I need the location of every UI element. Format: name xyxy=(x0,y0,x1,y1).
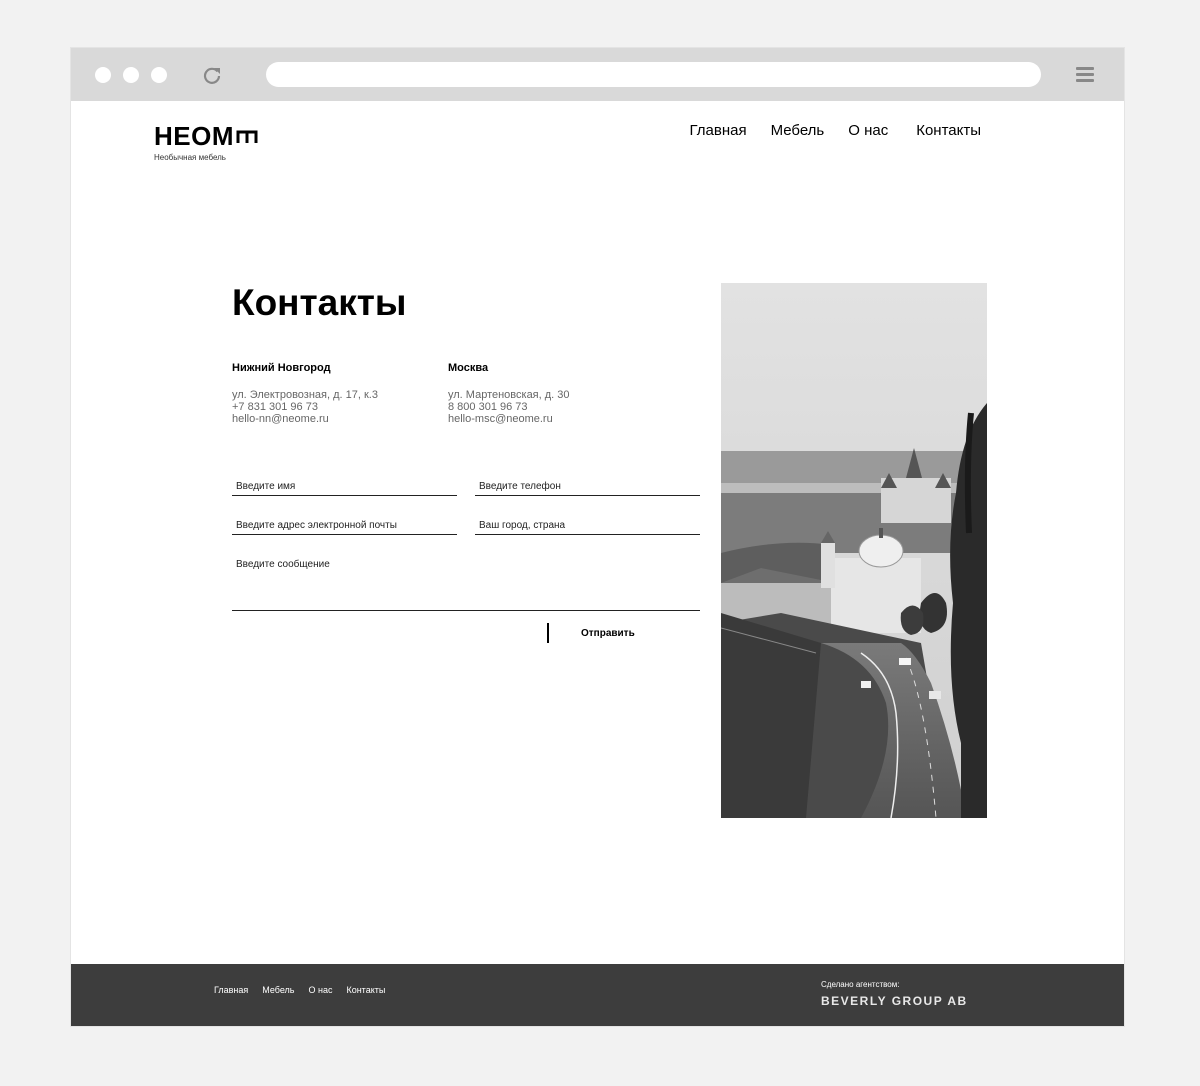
submit-divider xyxy=(547,623,549,643)
nav-furniture[interactable]: Мебель xyxy=(771,122,825,139)
site-logo[interactable]: HEOM Необычная мебель xyxy=(154,121,264,166)
reload-icon[interactable] xyxy=(201,64,223,86)
footer-nav-contacts[interactable]: Контакты xyxy=(346,985,385,995)
nav-about[interactable]: О нас xyxy=(848,122,888,139)
city-name: Нижний Новгород xyxy=(232,362,331,374)
page-title: Контакты xyxy=(232,282,407,323)
agency-credit[interactable]: Сделано агентством: BEVERLY GROUP AB xyxy=(821,980,968,1008)
browser-window: HEOM Необычная мебель Главная Мебель О н… xyxy=(71,48,1124,1026)
name-input[interactable] xyxy=(232,479,457,493)
window-maximize-dot[interactable] xyxy=(151,67,167,83)
credit-name: BEVERLY GROUP AB xyxy=(821,994,968,1008)
nav-home[interactable]: Главная xyxy=(689,122,746,139)
phone-field-wrap xyxy=(475,475,700,496)
email-input[interactable] xyxy=(232,518,457,532)
city-email[interactable]: hello-nn@neome.ru xyxy=(232,413,442,425)
message-input[interactable] xyxy=(232,559,700,599)
nav-contacts[interactable]: Контакты xyxy=(916,122,981,139)
site-footer: Главная Мебель О нас Контакты Сделано аг… xyxy=(71,964,1124,1026)
credit-label: Сделано агентством: xyxy=(821,980,900,989)
email-field-wrap xyxy=(232,514,457,535)
browser-toolbar xyxy=(71,48,1124,101)
city-address: ул. Мартеновская, д. 30 xyxy=(448,389,570,401)
city-block-nn: Нижний Новгород ул. Электровозная, д. 17… xyxy=(232,361,442,425)
name-field-wrap xyxy=(232,475,457,496)
submit-button[interactable]: Отправить xyxy=(581,623,671,643)
city-photo xyxy=(721,283,987,818)
logo-mark-icon xyxy=(236,130,258,143)
city-email[interactable]: hello-msc@neome.ru xyxy=(448,413,658,425)
city-block-msc: Москва ул. Мартеновская, д. 30 8 800 301… xyxy=(448,361,658,425)
city-input[interactable] xyxy=(475,518,700,532)
footer-nav-furniture[interactable]: Мебель xyxy=(262,985,294,995)
city-address: ул. Электровозная, д. 17, к.3 xyxy=(232,389,378,401)
city-name: Москва xyxy=(448,362,489,374)
logo-tagline: Необычная мебель xyxy=(154,153,226,162)
window-close-dot[interactable] xyxy=(95,67,111,83)
footer-nav-home[interactable]: Главная xyxy=(214,985,248,995)
footer-nav-about[interactable]: О нас xyxy=(308,985,332,995)
phone-input[interactable] xyxy=(475,479,700,493)
address-bar[interactable] xyxy=(266,62,1041,87)
hamburger-menu-icon[interactable] xyxy=(1076,67,1094,83)
city-phone[interactable]: 8 800 301 96 73 xyxy=(448,401,658,413)
city-field-wrap xyxy=(475,514,700,535)
city-phone[interactable]: +7 831 301 96 73 xyxy=(232,401,442,413)
main-nav: Главная Мебель О нас Контакты xyxy=(689,122,981,139)
message-field-wrap xyxy=(232,556,700,611)
window-minimize-dot[interactable] xyxy=(123,67,139,83)
footer-nav: Главная Мебель О нас Контакты xyxy=(214,985,385,995)
